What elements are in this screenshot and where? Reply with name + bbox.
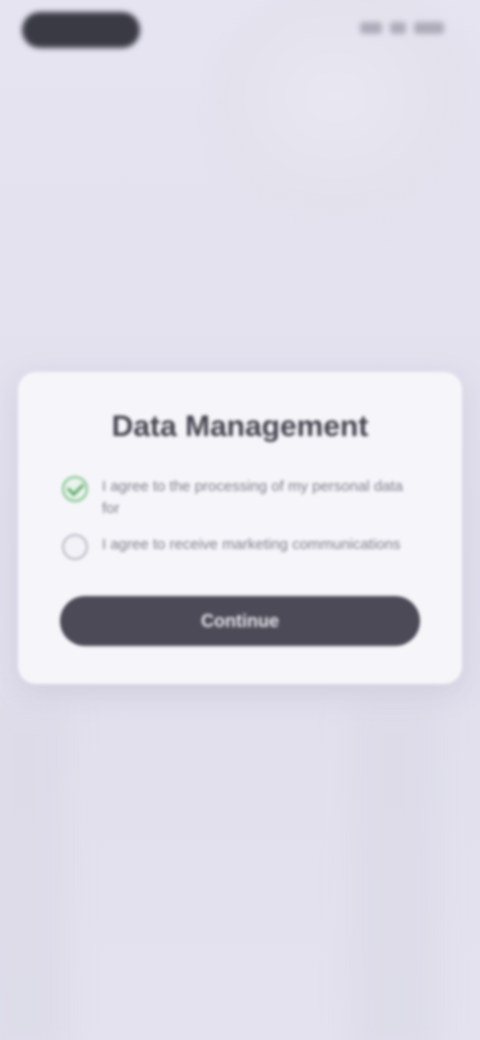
status-time: 9:41: [22, 12, 140, 48]
background-streak-right: [350, 700, 440, 1040]
status-bar: 9:41: [0, 0, 480, 60]
app-screen: 9:41 Data Management I agree to the proc…: [0, 0, 480, 1040]
consent-option-label: I agree to the processing of my personal…: [102, 478, 404, 517]
dialog-title: Data Management: [111, 410, 369, 443]
checkbox-checked[interactable]: [62, 476, 88, 502]
continue-button[interactable]: Continue: [60, 596, 420, 646]
consent-dialog: Data Management I agree to the processin…: [18, 372, 462, 684]
status-icons: [360, 22, 444, 34]
battery-icon: [414, 22, 444, 34]
background-streak-left: [0, 700, 70, 1040]
consent-option-processing[interactable]: I agree to the processing of my personal…: [62, 476, 422, 520]
consent-option-marketing[interactable]: I agree to receive marketing communicati…: [62, 534, 422, 560]
check-icon: [66, 478, 84, 497]
consent-option-label: I agree to receive marketing communicati…: [102, 536, 401, 553]
wifi-icon: [390, 22, 406, 34]
signal-icon: [360, 22, 382, 34]
checkbox-unchecked[interactable]: [62, 534, 88, 560]
